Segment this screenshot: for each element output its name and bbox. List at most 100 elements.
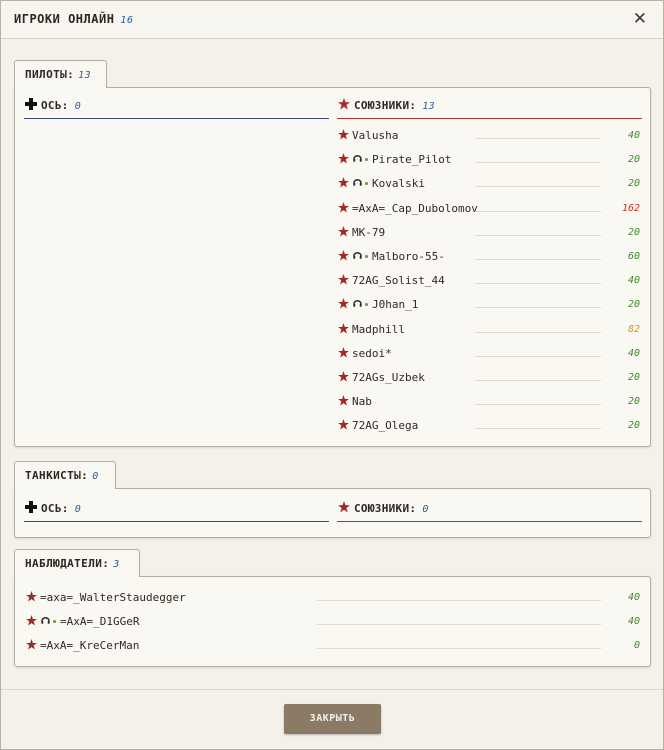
player-row[interactable]: =AxA=_Cap_Dubolomov (338, 201, 478, 220)
player-row[interactable]: Valusha (338, 129, 398, 147)
player-score: 40 (627, 592, 640, 603)
allies-label: СОЮЗНИКИ: (354, 99, 417, 112)
online-total-count: 16 (120, 15, 134, 26)
red-star-icon (338, 98, 350, 110)
tankers-axis-underline (24, 521, 329, 522)
pilots-count: 13 (78, 70, 92, 81)
player-row[interactable]: Madphill (338, 322, 405, 341)
row-separator (475, 307, 601, 309)
row-separator (475, 404, 601, 406)
close-button[interactable]: ЗАКРЫТЬ (284, 704, 381, 734)
observers-label: НАБЛЮДАТЕЛИ: (25, 557, 110, 570)
player-row[interactable]: 72AG_Solist_44 (338, 274, 445, 292)
pilot-helmet-icon (353, 155, 362, 162)
red-star-icon (338, 129, 349, 140)
player-score: 40 (627, 130, 640, 141)
tankers-allies-count: 0 (422, 504, 429, 515)
player-score: 20 (627, 226, 640, 238)
player-score: 40 (627, 347, 640, 359)
axis-count: 0 (74, 101, 82, 112)
row-separator (475, 283, 601, 285)
player-name: Madphill (352, 322, 405, 336)
player-name: J0han_1 (372, 298, 419, 312)
player-row[interactable]: sedoi* (338, 346, 392, 365)
player-score: 20 (627, 372, 640, 383)
balkenkreuz-icon (25, 98, 37, 110)
player-name: =AxA=_Cap_Dubolomov (352, 201, 478, 215)
footer-divider (1, 689, 663, 690)
player-score: 82 (627, 323, 640, 335)
tab-pilots[interactable]: ПИЛОТЫ: 13 (14, 60, 107, 88)
player-row[interactable]: Nab (338, 395, 372, 413)
tab-tankers[interactable]: ТАНКИСТЫ: 0 (14, 461, 116, 489)
player-name: 72AG_Solist_44 (352, 274, 445, 288)
player-score: 20 (627, 396, 640, 408)
row-separator (475, 355, 601, 357)
pilots-panel: ОСЬ: 0 СОЮЗНИКИ: 13 Valusha 40 Pirate_Pilot 2… (14, 87, 651, 447)
pilot-helmet-icon (353, 252, 362, 259)
tankers-allies-header: СОЮЗНИКИ: 0 (338, 501, 429, 521)
red-star-icon (338, 371, 349, 382)
online-dot-icon (365, 255, 368, 258)
observers-panel: =axa=_WalterStaudegger 40 =AxA=_D1GGeR 40 =A… (14, 576, 651, 667)
player-name: =AxA=_KreCerMan (40, 639, 140, 652)
pilot-helmet-icon (353, 179, 362, 187)
red-star-icon (338, 153, 349, 164)
pilots-allies-header: СОЮЗНИКИ: 13 (338, 98, 435, 118)
pilots-label: ПИЛОТЫ: (25, 68, 75, 81)
player-score: 40 (627, 275, 640, 287)
row-separator (317, 648, 601, 649)
player-name: 72AG_Olega (352, 419, 419, 433)
player-score: 20 (627, 299, 640, 311)
red-star-icon (338, 501, 350, 513)
tankers-panel: ОСЬ: 0 СОЮЗНИКИ: 0 (14, 488, 651, 538)
player-row[interactable]: Kovalski (338, 177, 425, 195)
player-row[interactable]: J0han_1 (338, 298, 418, 316)
row-separator (475, 210, 601, 212)
dialog-title: ИГРОКИ ОНЛАЙН 16 (14, 12, 133, 26)
red-star-icon (338, 177, 349, 188)
tankers-label: ТАНКИСТЫ: (25, 469, 89, 482)
player-row[interactable]: Malboro-55- (338, 250, 445, 268)
player-row[interactable]: =AxA=_KreCerMan (26, 639, 139, 657)
row-separator (475, 259, 601, 260)
red-star-icon (338, 419, 349, 430)
player-name: Nab (352, 395, 372, 409)
red-star-icon (26, 639, 37, 650)
tankers-axis-count: 0 (74, 504, 82, 515)
tab-observers[interactable]: НАБЛЮДАТЕЛИ: 3 (14, 549, 140, 577)
player-row[interactable]: =axa=_WalterStaudegger (26, 591, 186, 609)
row-separator (475, 138, 601, 139)
tankers-allies-label: СОЮЗНИКИ: (354, 502, 417, 515)
player-name: Kovalski (372, 177, 425, 191)
row-separator (317, 600, 601, 601)
dialog-title-text: ИГРОКИ ОНЛАЙН (14, 12, 115, 26)
player-name: =AxA=_D1GGeR (60, 615, 140, 628)
online-dot-icon (53, 620, 56, 623)
player-row[interactable]: MK-79 (338, 225, 385, 244)
close-icon[interactable]: ✕ (633, 10, 647, 28)
row-separator (475, 162, 601, 164)
player-row[interactable]: =AxA=_D1GGeR (26, 615, 139, 633)
online-dot-icon (365, 303, 368, 307)
observers-count: 3 (113, 559, 120, 570)
row-separator (475, 428, 601, 430)
online-dot-icon (365, 158, 368, 162)
allies-count: 13 (422, 101, 435, 112)
player-name: sedoi* (352, 346, 392, 360)
red-star-icon (26, 615, 37, 626)
balkenkreuz-icon (25, 501, 37, 513)
player-score: 0 (633, 640, 640, 651)
player-row[interactable]: 72AG_Olega (338, 419, 418, 437)
player-score: 20 (627, 178, 640, 190)
row-separator (475, 380, 601, 381)
pilot-helmet-icon (353, 300, 362, 308)
player-score: 20 (627, 420, 640, 432)
row-separator (317, 624, 601, 625)
player-score: 60 (627, 251, 640, 262)
player-score: 40 (627, 616, 640, 627)
player-name: Valusha (352, 129, 399, 142)
player-row[interactable]: Pirate_Pilot (338, 153, 451, 171)
tankers-axis-label: ОСЬ: (41, 502, 69, 515)
player-row[interactable]: 72AGs_Uzbek (338, 371, 425, 389)
